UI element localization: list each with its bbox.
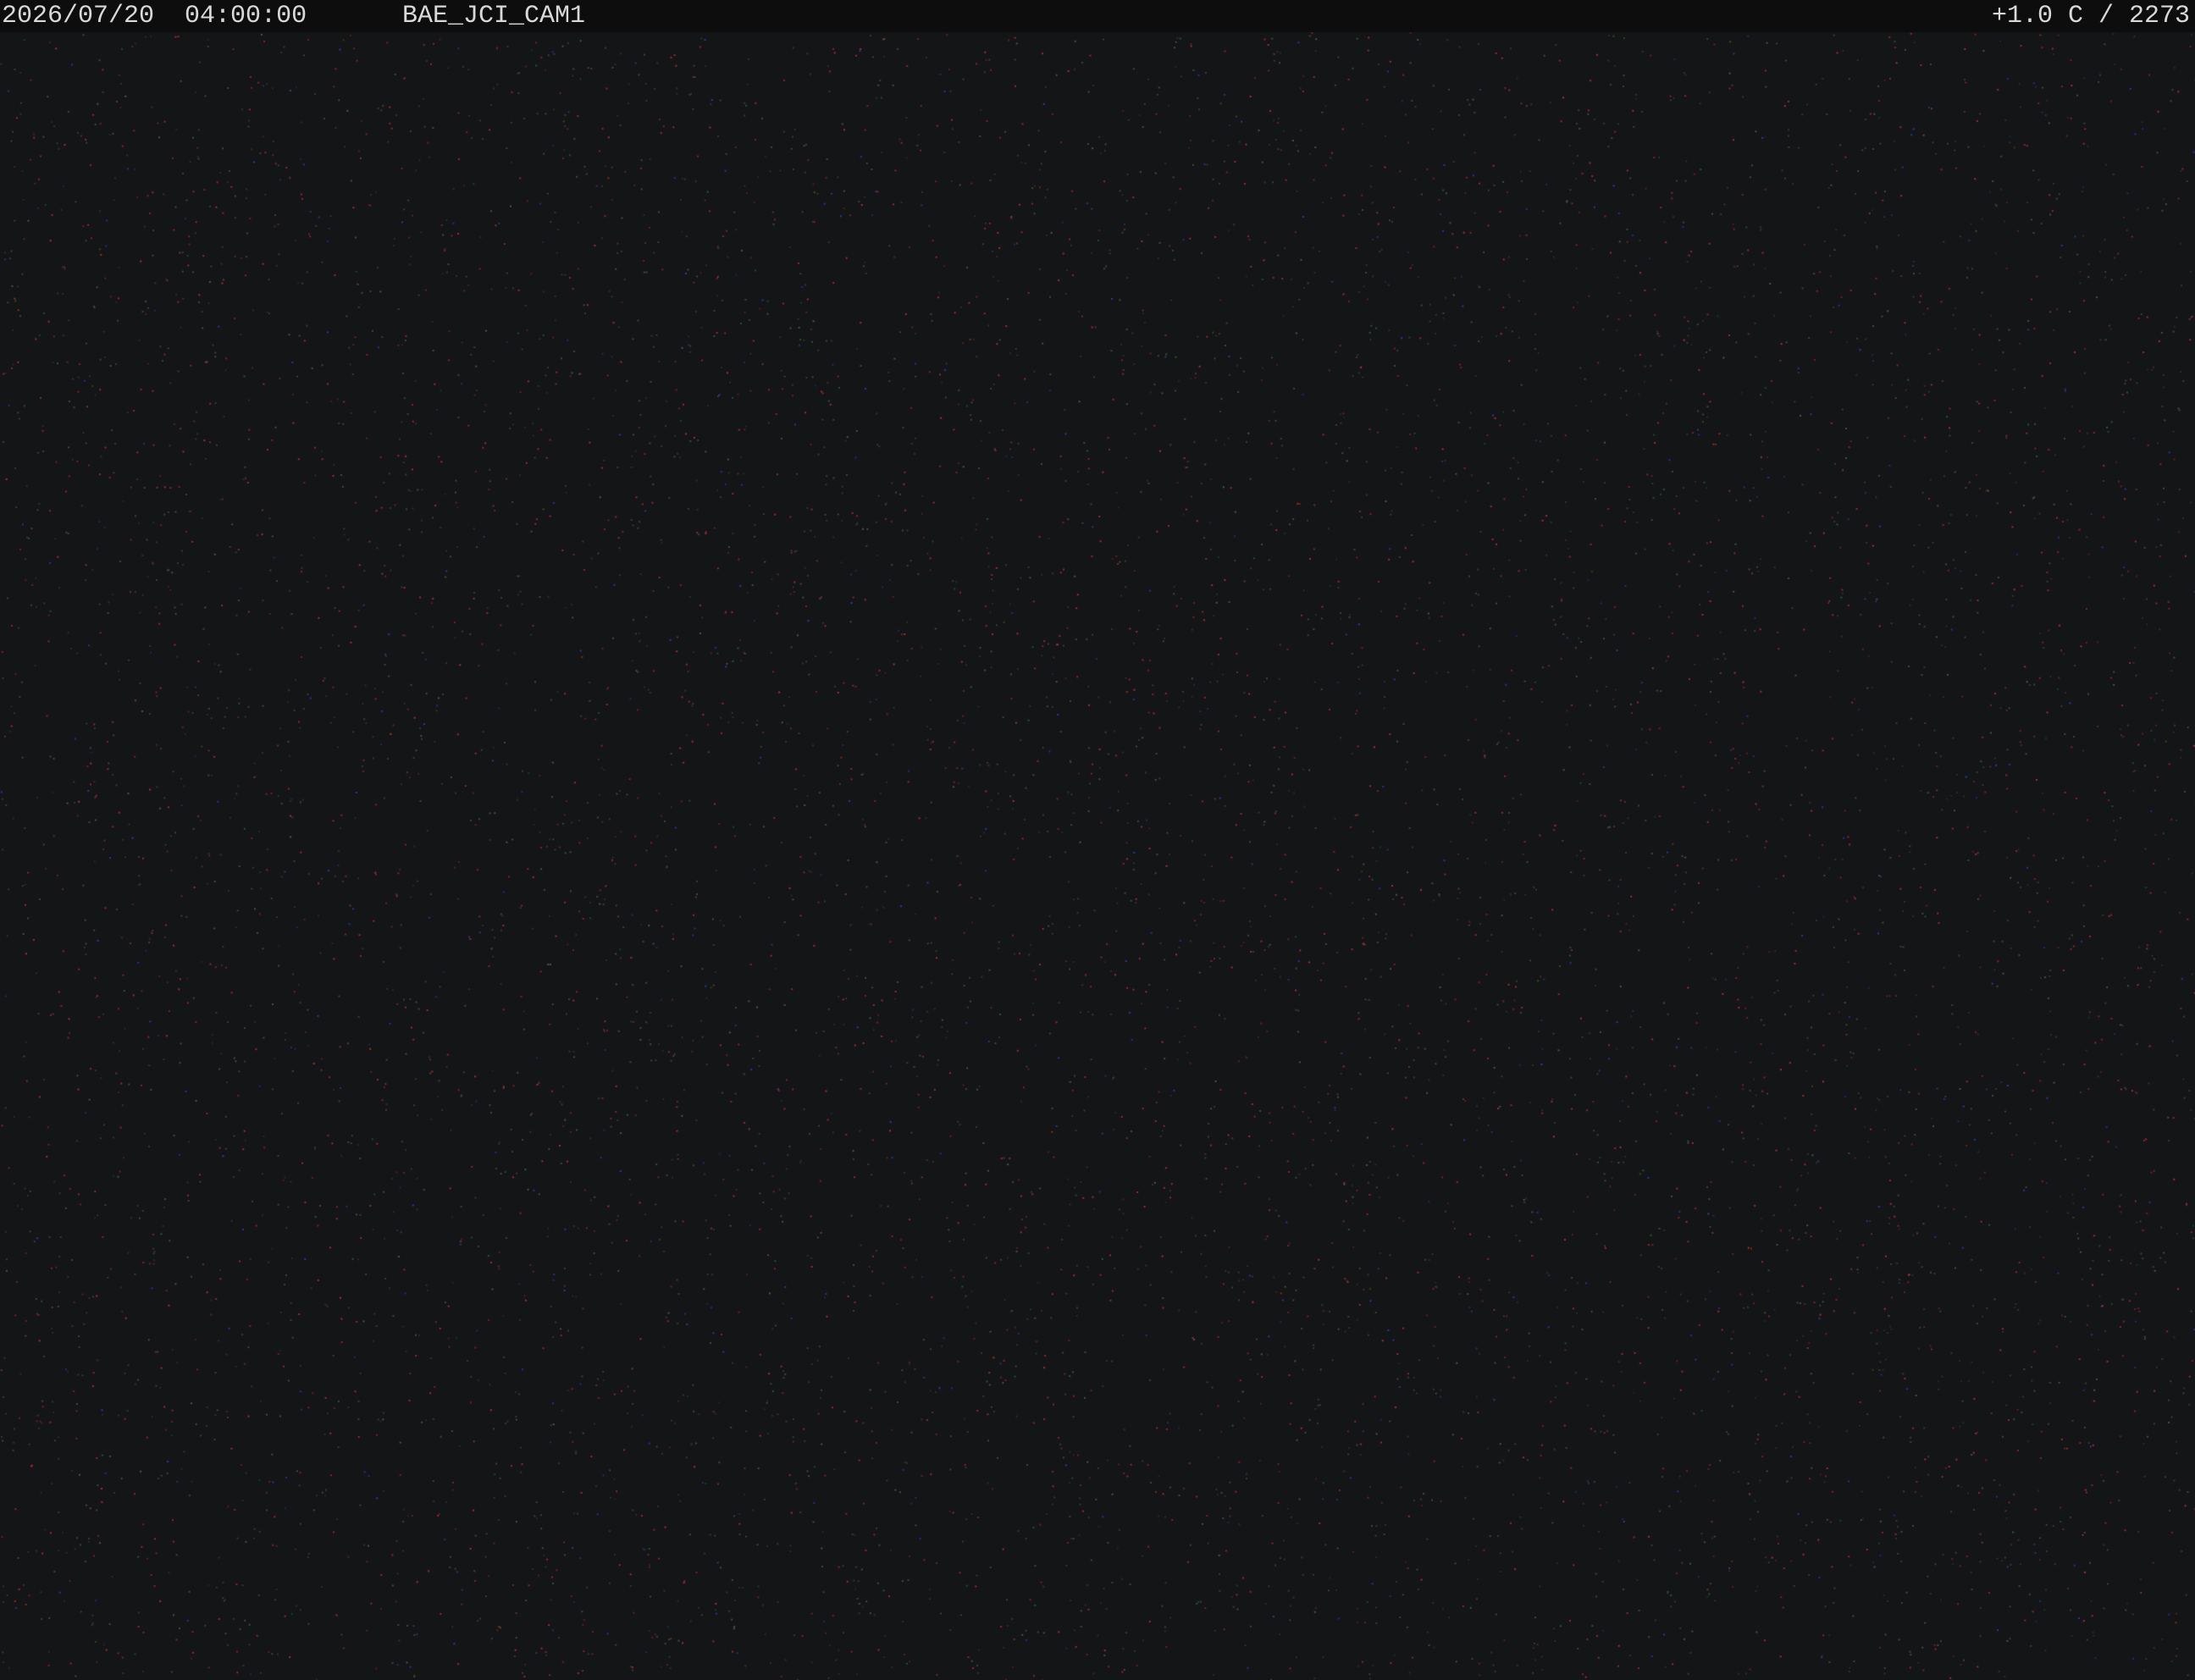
timestamp-overlay-bar: 2026/07/20 04:00:00 BAE_JCI_CAM1 +1.0 C …: [0, 0, 2195, 32]
time-text: 04:00:00: [185, 2, 307, 30]
date-text: 2026/07/20: [2, 2, 155, 30]
temperature-readout: +1.0 C / 2273: [1991, 2, 2190, 30]
timestamp: 2026/07/20 04:00:00: [2, 0, 307, 32]
camera-frame: 2026/07/20 04:00:00 BAE_JCI_CAM1 +1.0 C …: [0, 0, 2195, 1680]
camera-id-label: BAE_JCI_CAM1: [402, 2, 586, 30]
night-sky-sensor-noise: [0, 0, 2195, 1680]
